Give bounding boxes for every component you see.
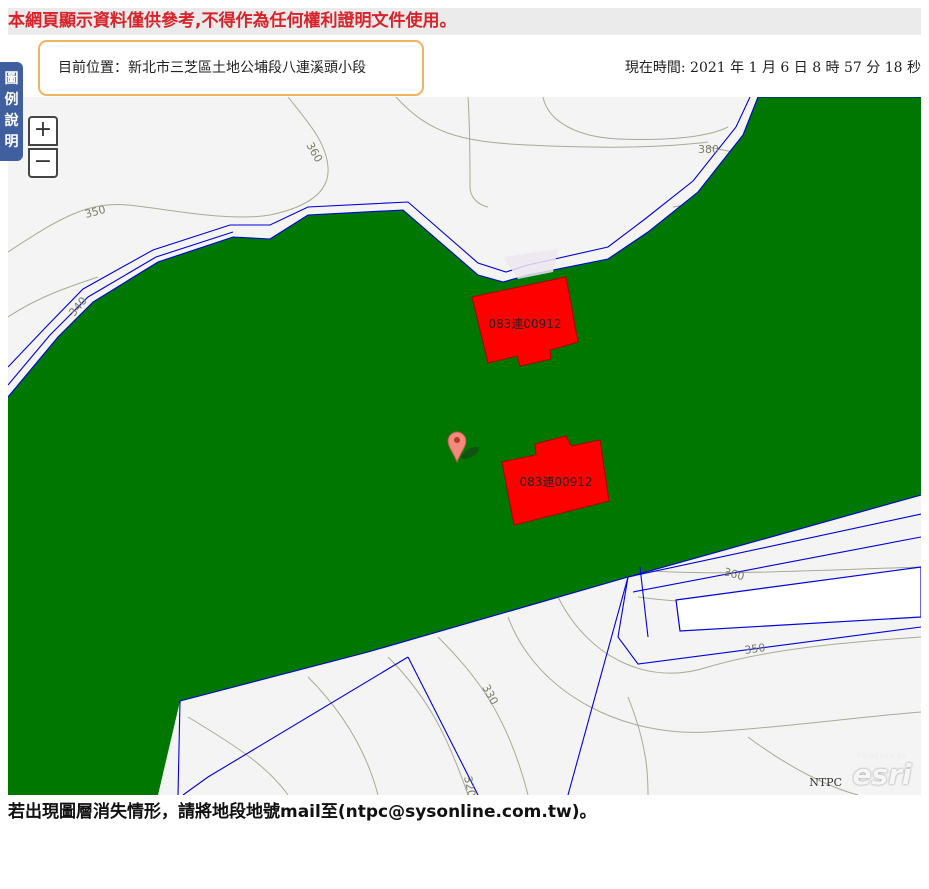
current-time: 現在時間: 2021 年 1 月 6 日 8 時 57 分 18 秒 (624, 60, 921, 76)
parcel-label: 083連00912 (519, 475, 592, 489)
legend-tab-char: 圖 (4, 71, 19, 87)
contour-label: 380 (698, 143, 719, 156)
map-canvas[interactable]: 083連00912 083連00912 360 380 350 340 360 … (8, 97, 921, 795)
parcel-label: 083連00912 (488, 317, 561, 331)
disclaimer-banner: 本網頁顯示資料僅供參考,不得作為任何權利證明文件使用。 (8, 8, 921, 35)
legend-tab-char: 說 (4, 113, 19, 129)
esri-logo: POWERED BY esri (851, 753, 913, 789)
map-viewport[interactable]: 083連00912 083連00912 360 380 350 340 360 … (8, 97, 921, 795)
esri-logo-word: esri (852, 758, 912, 791)
legend-tab[interactable]: 圖 例 說 明 (0, 62, 23, 161)
footer-note: 若出現圖層消失情形，請將地段地號mail至(ntpc@sysonline.com… (8, 802, 597, 822)
location-label: 目前位置： (58, 60, 128, 76)
current-location-box: 目前位置：新北市三芝區土地公埔段八連溪頭小段 (38, 40, 424, 96)
location-value: 新北市三芝區土地公埔段八連溪頭小段 (128, 60, 366, 76)
map-attribution: NTPC (809, 776, 842, 789)
legend-tab-char: 例 (4, 92, 19, 108)
marker-dot (454, 437, 460, 443)
legend-tab-char: 明 (4, 134, 19, 150)
zoom-out-button[interactable]: − (28, 148, 58, 178)
zoom-in-button[interactable]: + (28, 116, 58, 146)
